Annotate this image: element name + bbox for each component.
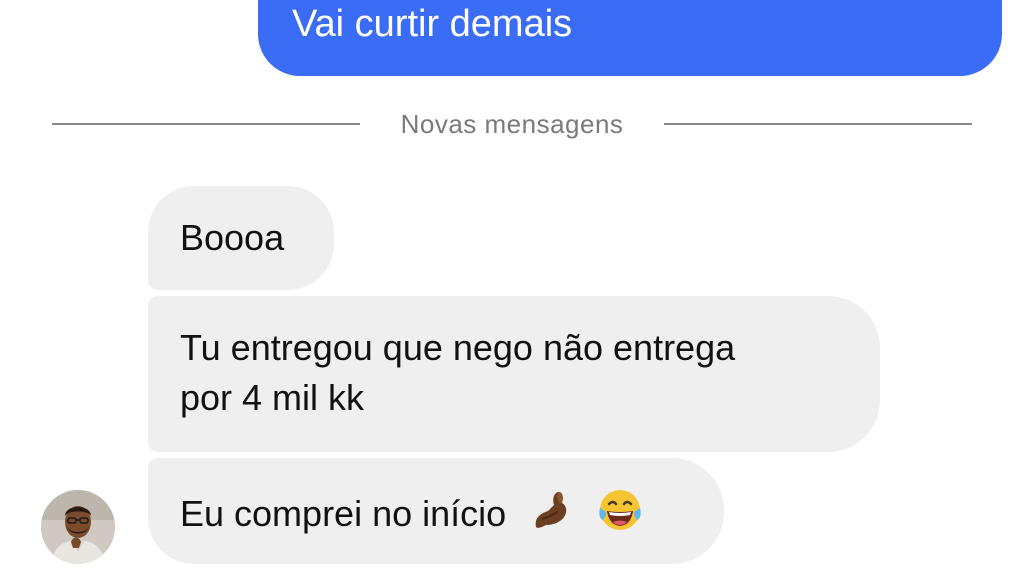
received-message-bubble[interactable]: Eu comprei no início xyxy=(148,458,724,564)
received-message-bubble[interactable]: Tu entregou que nego não entrega por 4 m… xyxy=(148,296,880,452)
new-messages-divider: Novas mensagens xyxy=(52,104,972,144)
chat-screen: Vai curtir demais Novas mensagens Boooa … xyxy=(0,0,1024,576)
sent-message-text: Vai curtir demais xyxy=(292,3,573,45)
received-message-line: por 4 mil kk xyxy=(180,377,365,418)
pinched-fingers-icon xyxy=(528,487,574,546)
new-messages-label: Novas mensagens xyxy=(400,109,624,139)
sent-message-bubble[interactable]: Vai curtir demais xyxy=(258,0,1002,76)
received-message-line: Tu entregou que nego não entrega xyxy=(180,327,736,368)
avatar[interactable] xyxy=(41,490,115,564)
received-message-text: Boooa xyxy=(180,217,285,258)
divider-line-left xyxy=(52,123,360,125)
laughing-tears-icon xyxy=(596,486,644,547)
divider-line-right xyxy=(664,123,972,125)
received-message-text: Eu comprei no início xyxy=(180,493,507,535)
received-message-bubble[interactable]: Boooa xyxy=(148,186,334,290)
